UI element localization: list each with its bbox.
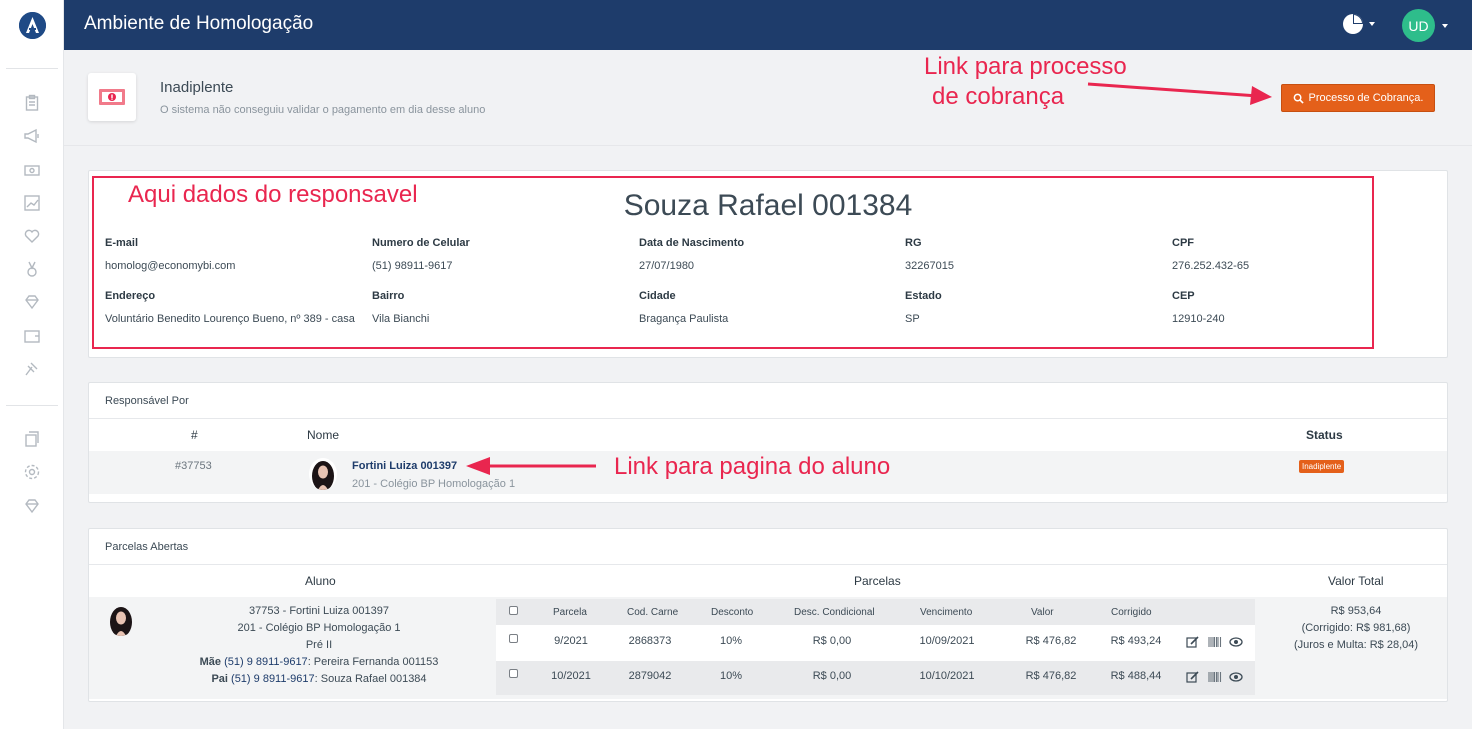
desc-condicional-cell: R$ 0,00	[812, 635, 852, 647]
edit-icon[interactable]	[1186, 636, 1200, 648]
col-desconto: Desconto	[711, 607, 754, 618]
logo-icon	[19, 12, 46, 39]
wallet-icon[interactable]	[22, 326, 42, 346]
parcelas-title: Parcelas Abertas	[89, 529, 1447, 565]
row-checkbox[interactable]	[509, 669, 518, 678]
pai-phone-link[interactable]: (51) 9 8911-9617	[231, 673, 315, 685]
valor-cell: R$ 476,82	[1025, 635, 1077, 647]
clipboard-icon[interactable]	[22, 93, 42, 113]
corrigido-cell: R$ 493,24	[1110, 635, 1162, 647]
status-icon-box	[88, 73, 136, 121]
status-title: Inadiplente	[160, 79, 234, 96]
col-header-valor-total: Valor Total	[1328, 574, 1384, 588]
chevron-down-icon[interactable]	[1442, 24, 1448, 28]
topbar: Ambiente de Homologação UD	[64, 0, 1472, 50]
vencimento-cell: 10/09/2021	[919, 635, 975, 647]
annotation-arrow-aluno	[466, 457, 596, 475]
cod-carne-cell: 2879042	[628, 670, 672, 682]
mae-phone-link[interactable]: (51) 9 8911-9617	[224, 656, 308, 668]
user-avatar[interactable]: UD	[1402, 9, 1435, 42]
money-icon[interactable]	[22, 160, 42, 180]
annotation-responsavel: Aqui dados do responsavel	[128, 181, 418, 208]
col-vencimento: Vencimento	[920, 607, 973, 618]
sidebar-divider	[6, 405, 58, 406]
diamond-icon[interactable]	[22, 496, 42, 516]
col-header-status: Status	[1306, 428, 1343, 442]
installments-table: Parcela Cod. Carne Desconto Desc. Condic…	[496, 599, 1255, 695]
total-valor: R$ 953,64	[1330, 605, 1382, 617]
corrigido-cell: R$ 488,44	[1110, 670, 1162, 682]
barcode-icon[interactable]	[1208, 671, 1222, 683]
annotation-aluno: Link para pagina do aluno	[614, 453, 891, 480]
chevron-down-icon	[1369, 22, 1375, 26]
col-corrigido: Corrigido	[1111, 607, 1152, 618]
responsavel-por-card: Responsável Por # Nome Status #37753 For…	[88, 382, 1448, 503]
megaphone-icon[interactable]	[22, 126, 42, 146]
diamond-icon[interactable]	[22, 292, 42, 312]
gear-icon[interactable]	[22, 462, 42, 482]
app-title: Ambiente de Homologação	[84, 13, 314, 34]
chart-icon[interactable]	[22, 193, 42, 213]
col-valor: Valor	[1031, 607, 1054, 618]
aluno-pai: Pai (51) 9 8911-9617: Souza Rafael 00138…	[179, 673, 459, 685]
col-header-aluno: Aluno	[305, 574, 336, 588]
app-logo[interactable]	[19, 12, 46, 39]
mae-label: Mãe	[199, 656, 222, 668]
desconto-cell: 10%	[719, 670, 743, 682]
eye-icon[interactable]	[1229, 636, 1243, 648]
total-juros: (Juros e Multa: R$ 28,04)	[1293, 639, 1419, 651]
responsavel-por-title: Responsável Por	[89, 383, 1447, 419]
status-subtitle: O sistema não conseguiu validar o pagame…	[160, 104, 486, 116]
valor-cell: R$ 476,82	[1025, 670, 1077, 682]
col-cod-carne: Cod. Carne	[627, 607, 679, 618]
aluno-line3: Pré II	[305, 639, 333, 651]
desconto-cell: 10%	[719, 635, 743, 647]
select-all-checkbox[interactable]	[509, 606, 518, 615]
desc-condicional-cell: R$ 0,00	[812, 670, 852, 682]
aluno-line2: 201 - Colégio BP Homologação 1	[237, 622, 401, 634]
total-corrigido: (Corrigido: R$ 981,68)	[1301, 622, 1411, 634]
medal-icon[interactable]	[22, 259, 42, 279]
parcela-cell: 9/2021	[554, 635, 588, 647]
sidebar-divider	[6, 68, 58, 69]
col-parcela: Parcela	[553, 607, 587, 618]
heart-icon[interactable]	[22, 226, 42, 246]
gavel-icon[interactable]	[22, 359, 42, 379]
mae-name: : Pereira Fernanda 001153	[307, 656, 439, 668]
cod-carne-cell: 2868373	[628, 635, 672, 647]
student-avatar	[309, 458, 337, 490]
sidebar	[0, 0, 64, 729]
student-name-link[interactable]: Fortini Luiza 001397	[352, 460, 457, 472]
pai-name: : Souza Rafael 001384	[314, 673, 427, 685]
col-header-nome: Nome	[307, 428, 340, 442]
parcela-cell: 10/2021	[551, 670, 591, 682]
processo-cobranca-button[interactable]: Processo de Cobrança.	[1281, 84, 1435, 112]
student-avatar	[107, 604, 135, 636]
vencimento-cell: 10/10/2021	[919, 670, 975, 682]
barcode-icon[interactable]	[1208, 636, 1222, 648]
money-alert-icon	[99, 89, 125, 105]
annotation-arrow-cobranca	[1087, 82, 1272, 105]
aluno-mae: Mãe (51) 9 8911-9617: Pereira Fernanda 0…	[179, 656, 459, 668]
student-id: #37753	[175, 460, 212, 472]
col-header-parcelas: Parcelas	[854, 574, 901, 588]
pie-chart-icon	[1343, 14, 1363, 34]
documents-icon[interactable]	[22, 429, 42, 449]
col-header-id: #	[191, 428, 198, 442]
edit-icon[interactable]	[1186, 671, 1200, 683]
col-desc-condicional: Desc. Condicional	[794, 607, 875, 618]
row-checkbox[interactable]	[509, 634, 518, 643]
eye-icon[interactable]	[1229, 671, 1243, 683]
status-badge: Inadiplente	[1299, 460, 1345, 473]
processo-cobranca-label: Processo de Cobrança.	[1308, 92, 1424, 104]
search-icon	[1293, 93, 1304, 104]
pai-label: Pai	[211, 673, 228, 685]
reports-menu[interactable]	[1342, 13, 1378, 35]
parcelas-card: Parcelas Abertas Aluno Parcelas Valor To…	[88, 528, 1448, 702]
student-class: 201 - Colégio BP Homologação 1	[352, 478, 516, 490]
aluno-line1: 37753 - Fortini Luiza 001397	[248, 605, 390, 617]
